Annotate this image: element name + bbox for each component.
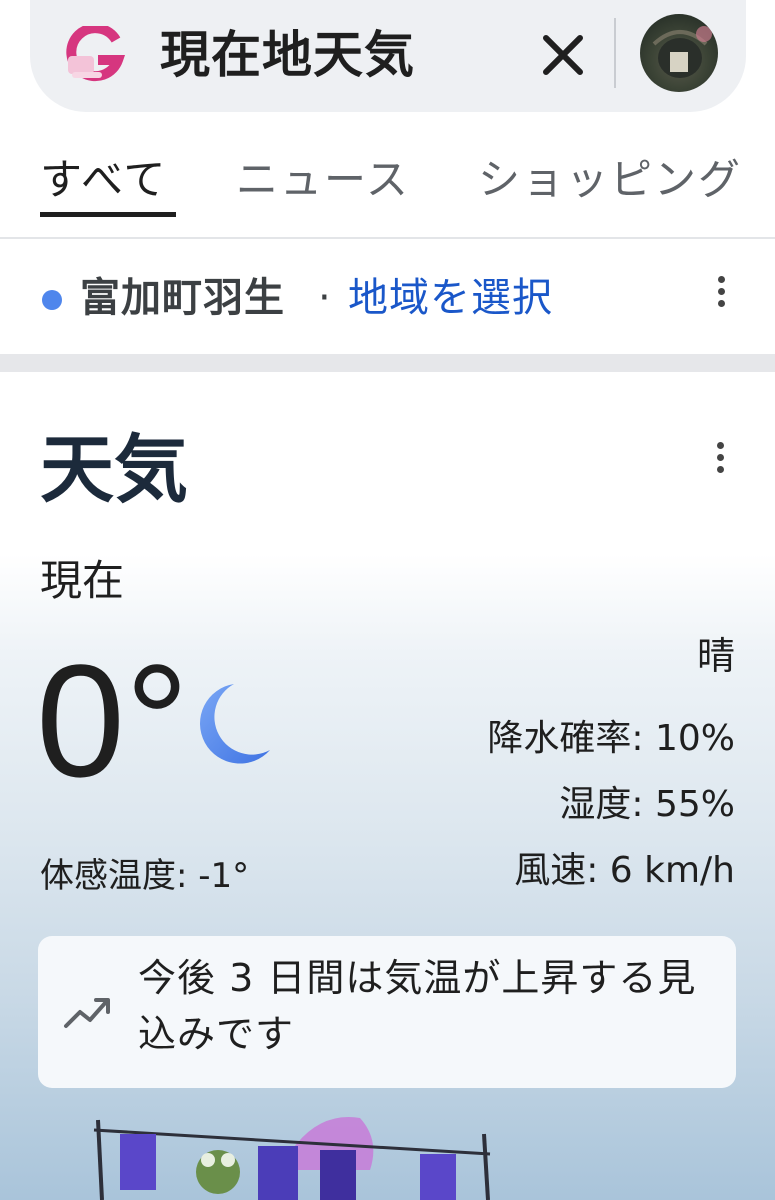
location-separator: · <box>318 275 331 321</box>
active-tab-indicator <box>40 212 176 217</box>
trending-up-icon <box>64 998 110 1028</box>
weather-more-options-icon[interactable] <box>715 442 725 478</box>
search-tabs: すべて ニュース ショッピング <box>0 140 775 238</box>
select-region-link[interactable]: 地域を選択 <box>348 270 553 326</box>
tab-all[interactable]: すべて <box>40 152 167 208</box>
weather-condition: 晴 <box>696 634 735 678</box>
search-divider <box>614 18 616 88</box>
tabs-divider <box>0 237 775 239</box>
tab-news[interactable]: ニュース <box>236 152 410 208</box>
location-name: 富加町羽生 <box>80 275 285 321</box>
temperature-trend-text: 今後 3 日間は気温が上昇する見込みです <box>138 956 697 1056</box>
wind-speed: 風速: 6 km/h <box>514 850 735 891</box>
feels-like: 体感温度: -1° <box>40 856 250 896</box>
current-temperature: 0° <box>36 631 189 810</box>
weather-title: 天気 <box>40 427 188 513</box>
section-gap <box>0 354 775 372</box>
precipitation-chance: 降水確率: 10% <box>487 718 735 759</box>
avatar[interactable] <box>640 14 718 92</box>
more-options-icon[interactable] <box>716 276 726 312</box>
location-dot-icon <box>42 290 62 310</box>
search-query[interactable]: 現在地天気 <box>160 20 415 90</box>
moon-icon <box>199 684 270 764</box>
google-doodle-logo-icon[interactable] <box>62 26 126 82</box>
current-label: 現在 <box>40 556 125 605</box>
tab-shopping[interactable]: ショッピング <box>478 152 742 208</box>
weather-illustration <box>93 1117 491 1200</box>
close-icon[interactable] <box>538 30 588 80</box>
humidity: 湿度: 55% <box>559 784 735 825</box>
